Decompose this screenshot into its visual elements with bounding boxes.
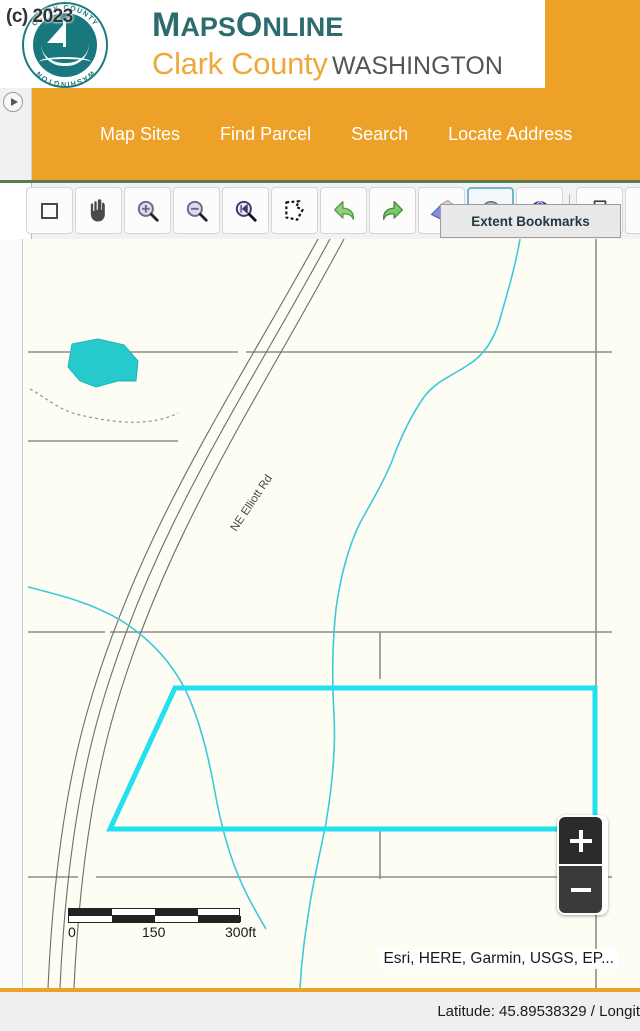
extent-bookmarks-tooltip: Extent Bookmarks xyxy=(440,204,621,238)
status-bar: Latitude: 45.89538329 / Longit xyxy=(0,988,640,1031)
brand-o: O xyxy=(235,6,263,44)
brand-aps: APS xyxy=(180,12,236,42)
hand-icon[interactable] xyxy=(75,187,122,234)
magnifier-plus-icon[interactable] xyxy=(124,187,171,234)
brand-nline: NLINE xyxy=(262,12,344,42)
polygon-lasso-icon[interactable] xyxy=(271,187,318,234)
scalebar-label-mid: 150 xyxy=(142,924,166,940)
scalebar-label-min: 0 xyxy=(68,924,76,940)
brand-washington: WASHINGTON xyxy=(332,52,503,80)
green-arrow-left-icon[interactable] xyxy=(320,187,367,234)
scalebar-label-max: 300ft xyxy=(225,924,257,940)
green-ruler-icon[interactable] xyxy=(625,187,640,234)
nav-item-find-parcel[interactable]: Find Parcel xyxy=(220,124,311,145)
brand-title: MAPSONLINE Clark County WASHINGTON xyxy=(152,6,503,88)
zoom-in-button[interactable] xyxy=(559,817,602,864)
scalebar-bottom-row xyxy=(68,915,241,923)
magnifier-previous-icon[interactable] xyxy=(222,187,269,234)
zoom-out-button[interactable] xyxy=(559,866,602,913)
nav-item-search[interactable]: Search xyxy=(351,124,408,145)
nav-item-map-sites[interactable]: Map Sites xyxy=(100,124,180,145)
magnifier-minus-icon[interactable] xyxy=(173,187,220,234)
maps-online-application: CLARK COUNTY WASHINGTON (c) 2023 MAPSONL… xyxy=(0,0,640,1031)
map-zoom-controls xyxy=(557,815,608,915)
brand-clark-county: Clark County xyxy=(152,46,328,81)
brand-subtitle: Clark County WASHINGTON xyxy=(152,46,503,88)
green-arrow-right-icon[interactable] xyxy=(369,187,416,234)
map-scalebar: 0 150 300ft xyxy=(68,908,268,942)
brand-m: M xyxy=(152,6,181,44)
scalebar-labels: 0 150 300ft xyxy=(68,924,268,942)
coordinate-readout: Latitude: 45.89538329 / Longit xyxy=(437,1003,640,1020)
nav-item-list: Map Sites Find Parcel Search Locate Addr… xyxy=(100,88,572,180)
main-navigation-bar: Map Sites Find Parcel Search Locate Addr… xyxy=(0,88,640,183)
header-banner: CLARK COUNTY WASHINGTON (c) 2023 MAPSONL… xyxy=(0,0,640,88)
map-attribution: Esri, HERE, Garmin, USGS, EP... xyxy=(379,949,618,969)
map-canvas[interactable]: NE Elliott Rd xyxy=(0,239,640,988)
brand-mapsonline: MAPSONLINE xyxy=(152,6,503,46)
nav-item-locate-address[interactable]: Locate Address xyxy=(448,124,572,145)
rectangle-select-icon[interactable] xyxy=(26,187,73,234)
left-panel-gutter xyxy=(0,88,32,180)
map-vector-layer: NE Elliott Rd xyxy=(0,239,640,988)
copyright-notice: (c) 2023 xyxy=(6,6,73,27)
map-left-gutter xyxy=(0,239,23,988)
expand-panel-icon[interactable] xyxy=(3,92,23,112)
